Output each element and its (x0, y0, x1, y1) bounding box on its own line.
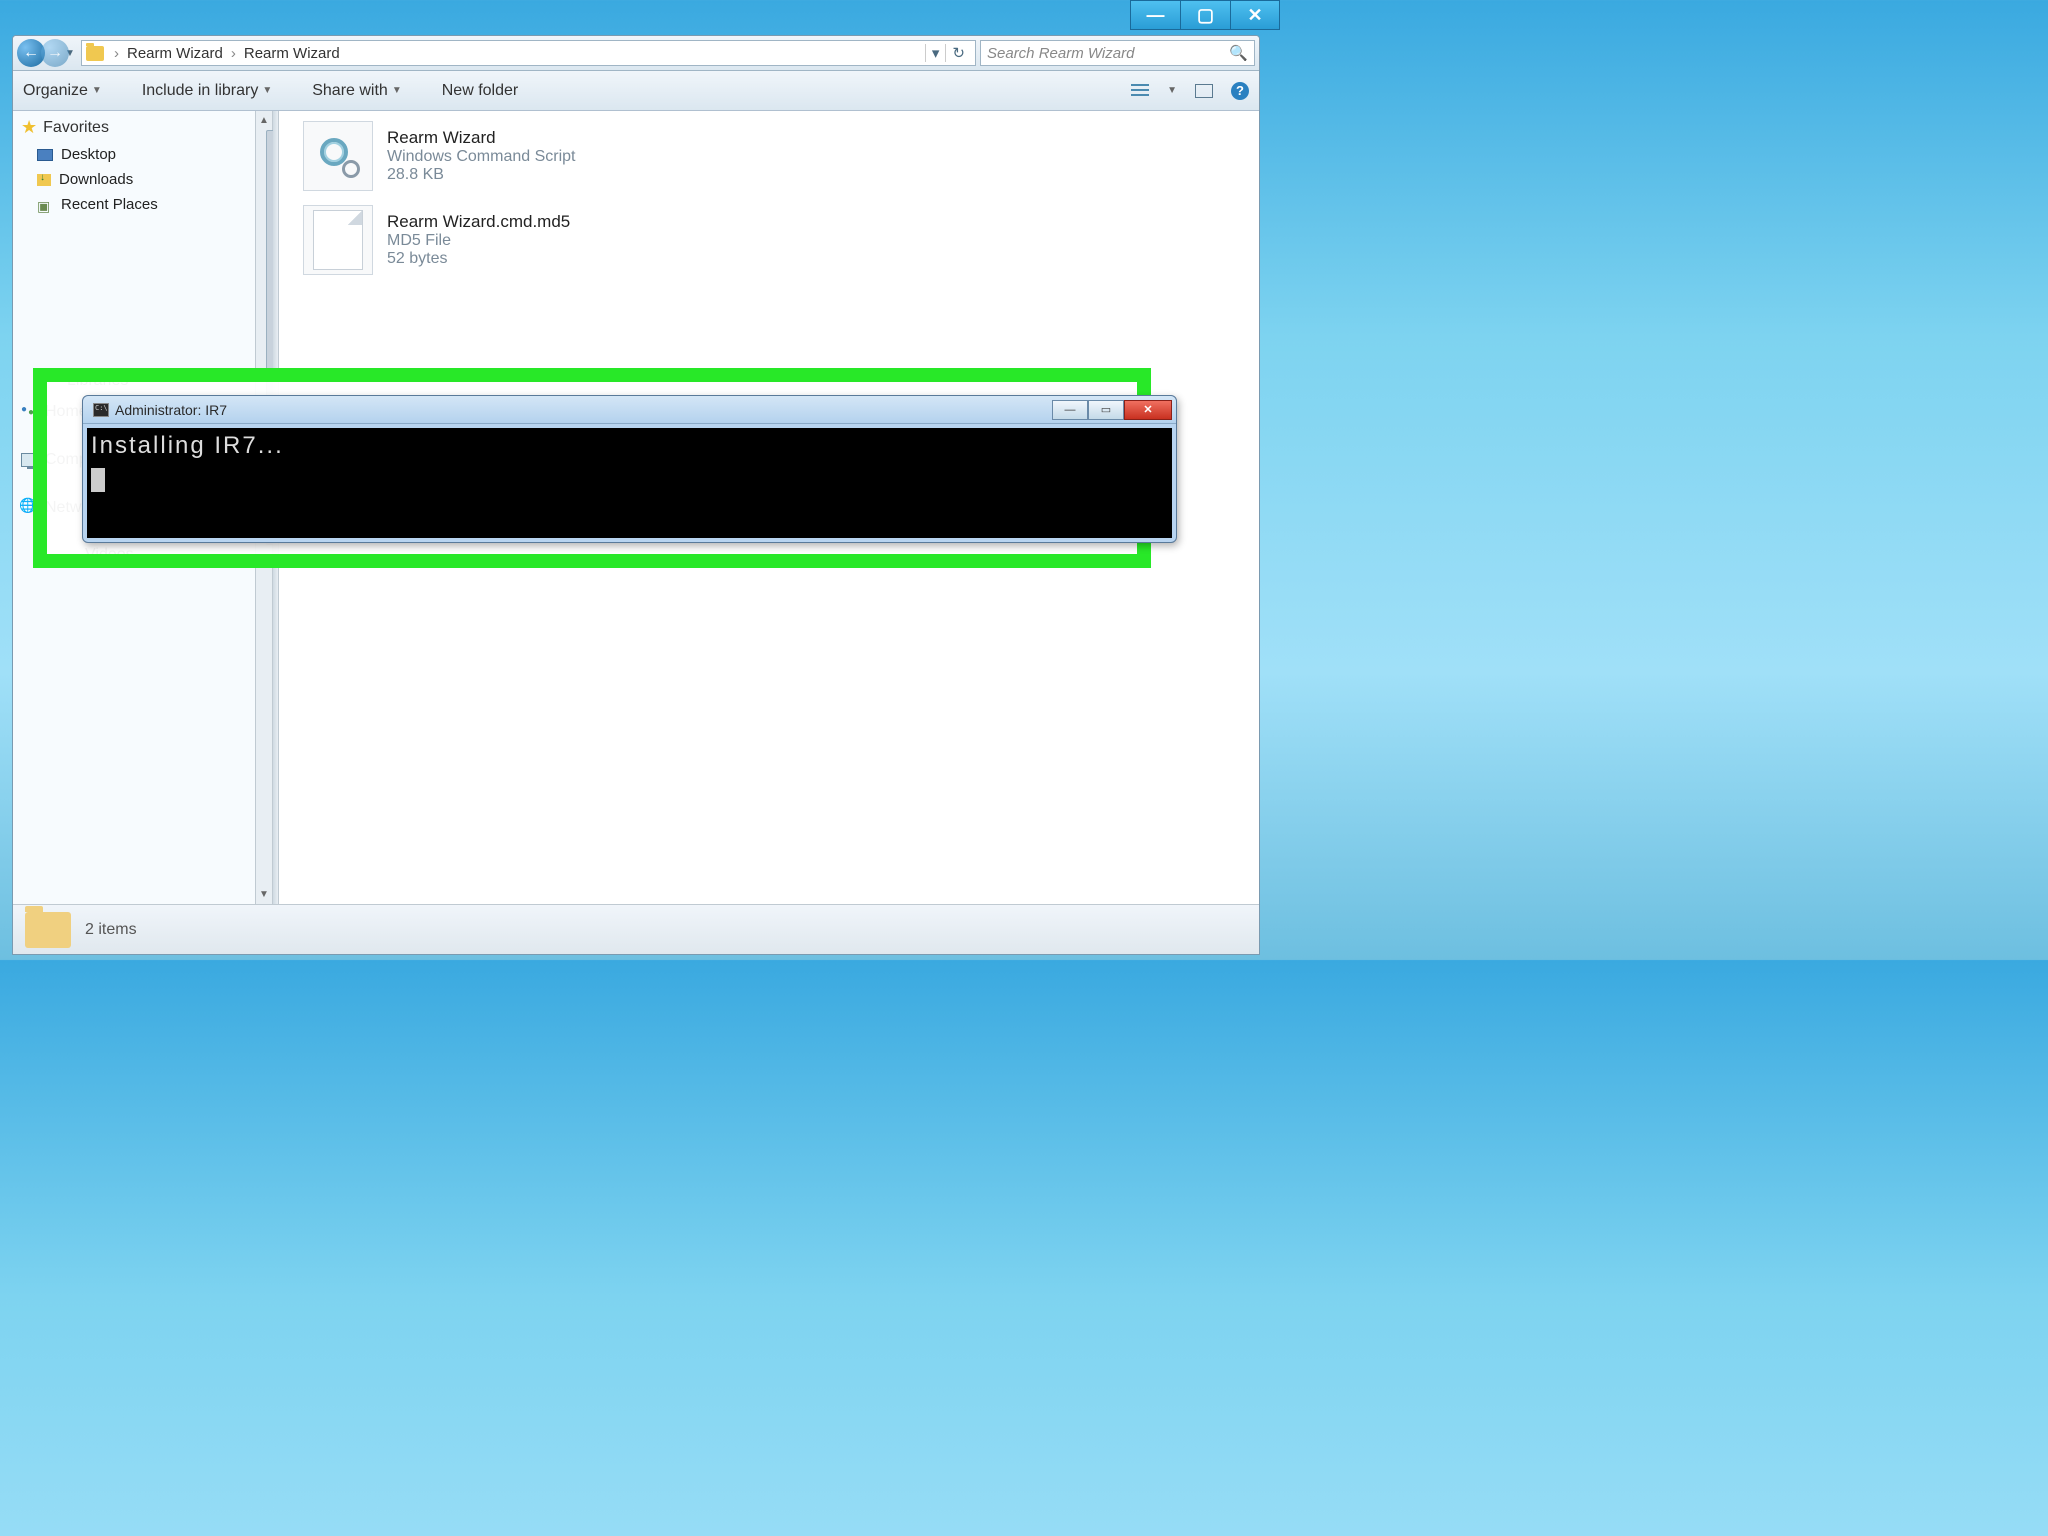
scroll-down-arrow[interactable]: ▼ (255, 885, 273, 904)
preview-pane-button[interactable] (1195, 84, 1213, 98)
address-bar: ← → ▼ › Rearm Wizard › Rearm Wizard ▾ ↻ … (13, 36, 1259, 71)
favorites-header[interactable]: ★Favorites (19, 113, 267, 142)
cmd-title: Administrator: IR7 (115, 402, 227, 418)
cmd-titlebar[interactable]: Administrator: IR7 — ▭ ✕ (83, 396, 1176, 424)
downloads-icon (37, 174, 51, 186)
file-type: MD5 File (387, 232, 570, 250)
search-icon: 🔍 (1229, 44, 1248, 62)
new-folder-button[interactable]: New folder (442, 82, 518, 100)
scroll-up-arrow[interactable]: ▲ (255, 111, 273, 130)
command-prompt-window: Administrator: IR7 — ▭ ✕ Installing IR7.… (82, 395, 1177, 543)
search-placeholder: Search Rearm Wizard (987, 45, 1134, 62)
list-item[interactable]: Rearm Wizard Windows Command Script 28.8… (303, 121, 1249, 191)
breadcrumb-sep: › (110, 45, 123, 62)
list-item[interactable]: Rearm Wizard.cmd.md5 MD5 File 52 bytes (303, 205, 1249, 275)
minimize-button[interactable]: — (1130, 0, 1180, 30)
forward-button[interactable]: → (41, 39, 69, 67)
toolbar: Organize▼ Include in library▼ Share with… (13, 71, 1259, 111)
cmd-maximize-button[interactable]: ▭ (1088, 400, 1124, 420)
file-size: 28.8 KB (387, 166, 576, 184)
cmd-output: Installing IR7... (87, 428, 1172, 538)
path-dropdown[interactable]: ▾ (925, 44, 946, 62)
breadcrumb[interactable]: › Rearm Wizard › Rearm Wizard ▾ ↻ (81, 40, 976, 66)
search-input[interactable]: Search Rearm Wizard 🔍 (980, 40, 1255, 66)
status-bar: 2 items (13, 904, 1259, 954)
recent-icon: ▣ (37, 198, 53, 212)
file-name: Rearm Wizard (387, 128, 576, 148)
cmd-cursor (91, 468, 105, 492)
folder-icon (25, 912, 71, 948)
window-caption-buttons: — ▢ ✕ (1130, 0, 1280, 30)
nav-buttons: ← → ▼ (17, 39, 77, 67)
file-size: 52 bytes (387, 250, 570, 268)
cmd-close-button[interactable]: ✕ (1124, 400, 1172, 420)
folder-icon (86, 46, 104, 61)
organize-menu[interactable]: Organize▼ (23, 82, 102, 100)
share-with-menu[interactable]: Share with▼ (312, 82, 402, 100)
item-count: 2 items (85, 921, 137, 939)
refresh-button[interactable]: ↻ (945, 44, 971, 62)
file-name: Rearm Wizard.cmd.md5 (387, 212, 570, 232)
maximize-button[interactable]: ▢ (1180, 0, 1230, 30)
cmd-minimize-button[interactable]: — (1052, 400, 1088, 420)
breadcrumb-sep: › (227, 45, 240, 62)
cmd-line: Installing IR7... (91, 430, 1168, 461)
desktop-icon (37, 149, 53, 161)
view-dropdown[interactable]: ▼ (1167, 85, 1177, 96)
close-button[interactable]: ✕ (1230, 0, 1280, 30)
file-type: Windows Command Script (387, 148, 576, 166)
sidebar-item-downloads[interactable]: Downloads (19, 167, 267, 192)
sidebar-item-recent[interactable]: ▣Recent Places (19, 192, 267, 217)
help-button[interactable]: ? (1231, 82, 1249, 100)
file-icon (313, 210, 363, 270)
cmd-icon (93, 403, 109, 417)
breadcrumb-item[interactable]: Rearm Wizard (240, 45, 344, 62)
command-script-icon (316, 134, 360, 178)
breadcrumb-item[interactable]: Rearm Wizard (123, 45, 227, 62)
sidebar-item-desktop[interactable]: Desktop (19, 142, 267, 167)
star-icon: ★ (21, 117, 37, 138)
change-view-button[interactable] (1131, 84, 1149, 98)
include-library-menu[interactable]: Include in library▼ (142, 82, 272, 100)
